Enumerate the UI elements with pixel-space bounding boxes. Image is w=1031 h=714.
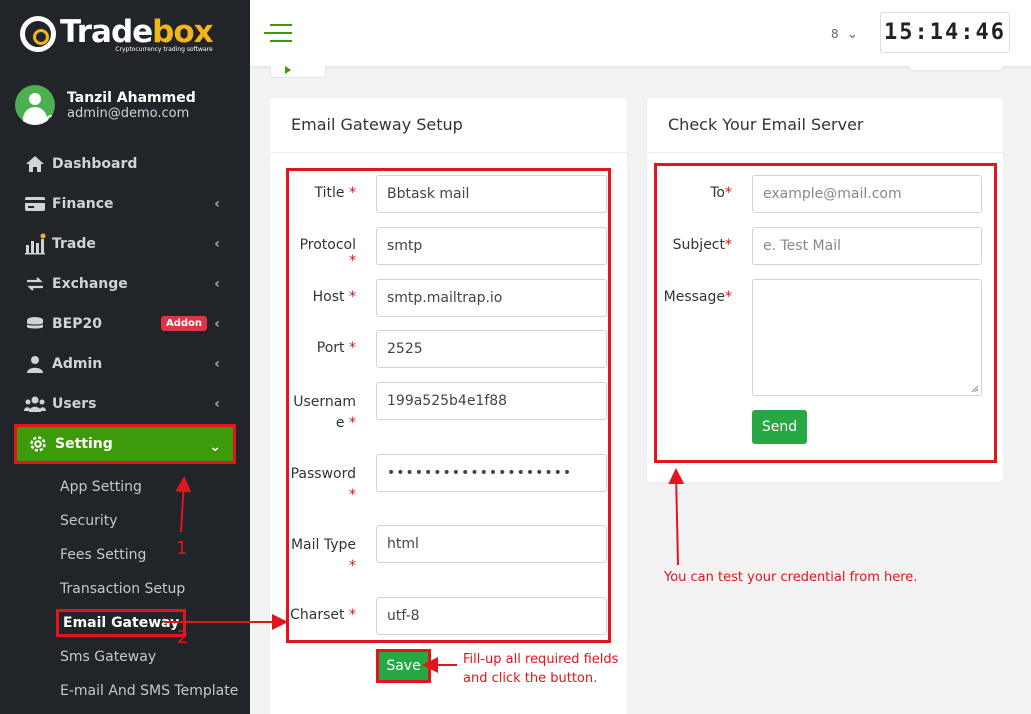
submenu-item-app-setting[interactable]: App Setting: [0, 470, 250, 504]
submenu-item-label: E-mail And SMS Template: [60, 683, 239, 699]
to-input[interactable]: example@mail.com: [752, 175, 982, 213]
sidebar-item-label: Setting: [55, 436, 113, 452]
save-button[interactable]: Save: [376, 649, 431, 683]
sidebar-item-label: Dashboard: [52, 156, 138, 172]
sidebar-item-users[interactable]: Users ‹: [0, 384, 250, 424]
charset-label: Charset *: [290, 607, 356, 623]
avatar: [15, 85, 55, 125]
user-email: admin@demo.com: [67, 105, 190, 121]
menu-toggle-icon[interactable]: [264, 24, 292, 42]
clock-display: 15:14:46: [880, 12, 1010, 53]
sidebar-item-label: Admin: [52, 356, 103, 372]
port-label: Port *: [316, 340, 356, 356]
arrow-to-test-form: [668, 468, 685, 566]
resize-handle-icon[interactable]: [971, 385, 979, 393]
save-hint: Fill-up all required fields and click th…: [463, 652, 619, 686]
brand-logo[interactable]: Tradebox Cryptocurrency trading software: [20, 12, 214, 56]
sidebar-nav: Dashboard Finance ‹ Trade ‹ Exchange ‹ B…: [0, 144, 250, 464]
port-input[interactable]: 2525: [376, 330, 607, 368]
password-input[interactable]: ••••••••••••••••••••: [376, 454, 607, 492]
submenu-item-security[interactable]: Security: [0, 504, 250, 538]
sidebar-item-exchange[interactable]: Exchange ‹: [0, 264, 250, 304]
chevron-left-icon: ‹: [214, 356, 220, 372]
brand-tagline: Cryptocurrency trading software: [115, 45, 213, 53]
chevron-left-icon: ‹: [214, 276, 220, 292]
step-1-label: 1: [176, 538, 188, 559]
chevron-left-icon: ‹: [214, 196, 220, 212]
subject-input[interactable]: e. Test Mail: [752, 227, 982, 265]
coins-icon: [24, 314, 46, 334]
submenu-item-email-sms-template[interactable]: E-mail And SMS Template: [0, 674, 250, 708]
host-label: Host *: [312, 289, 356, 305]
user-icon: [24, 354, 46, 374]
sidebar-item-bep20[interactable]: BEP20 Addon ‹: [0, 304, 250, 344]
user-profile[interactable]: Tanzil Ahammed admin@demo.com: [15, 85, 196, 125]
sidebar-item-label: Users: [52, 396, 97, 412]
title-label: Title *: [314, 185, 356, 201]
submenu-item-label: Sms Gateway: [60, 649, 157, 665]
chevron-down-icon: ⌄: [846, 26, 859, 42]
language-select-value: 8: [831, 27, 839, 41]
online-status-icon: [46, 115, 55, 125]
sidebar-item-admin[interactable]: Admin ‹: [0, 344, 250, 384]
sidebar-item-finance[interactable]: Finance ‹: [0, 184, 250, 224]
sidebar-item-trade[interactable]: Trade ‹: [0, 224, 250, 264]
sidebar-item-label: BEP20: [52, 316, 102, 332]
brand-name-part1: Trade: [60, 13, 153, 50]
sidebar-item-dashboard[interactable]: Dashboard: [0, 144, 250, 184]
card-title: Email Gateway Setup: [270, 98, 627, 153]
topbar: 8 ⌄ 15:14:46: [250, 0, 1031, 66]
sidebar-item-setting[interactable]: Setting ⌄: [14, 424, 236, 464]
toolbar-button-right[interactable]: [909, 66, 1003, 71]
message-label: Message*: [663, 289, 732, 305]
user-name: Tanzil Ahammed: [67, 89, 196, 106]
addon-badge: Addon: [161, 316, 208, 331]
card-title: Check Your Email Server: [647, 98, 1003, 153]
submenu-item-transaction-setup[interactable]: Transaction Setup: [0, 572, 250, 606]
title-input[interactable]: Bbtask mail: [376, 175, 607, 213]
host-input[interactable]: smtp.mailtrap.io: [376, 279, 607, 317]
chevron-left-icon: ‹: [214, 396, 220, 412]
mail-type-input[interactable]: html: [376, 525, 607, 563]
submenu-item-fees-setting[interactable]: Fees Setting: [0, 538, 250, 572]
submenu-item-label: App Setting: [60, 479, 142, 495]
logo-mark-icon: [20, 16, 56, 52]
password-label: Password *: [290, 466, 356, 503]
exchange-icon: [24, 274, 46, 294]
username-input[interactable]: 199a525b4e1f88: [376, 382, 607, 420]
chart-icon: [24, 233, 46, 255]
chevron-left-icon: ‹: [214, 316, 220, 332]
brand-name-part2: box: [152, 13, 213, 50]
protocol-input[interactable]: smtp: [376, 227, 607, 265]
step-2-label: 2: [177, 627, 189, 648]
message-textarea[interactable]: [752, 279, 982, 396]
submenu-item-label: Fees Setting: [60, 547, 147, 563]
test-hint: You can test your credential from here.: [664, 570, 918, 585]
users-icon: [24, 394, 46, 414]
submenu-item-label: Security: [60, 513, 118, 529]
mail-type-label: Mail Type *: [290, 537, 356, 574]
gear-icon: [27, 434, 49, 454]
protocol-label: Protocol *: [299, 237, 356, 269]
setting-submenu: App Setting Security Fees Setting Transa…: [0, 470, 250, 708]
subject-label: Subject*: [672, 237, 732, 253]
sidebar-item-label: Exchange: [52, 276, 128, 292]
to-label: To*: [710, 185, 732, 201]
submenu-item-email-gateway[interactable]: Email Gateway: [0, 606, 250, 640]
toolbar-button-left[interactable]: [270, 66, 326, 78]
username-label: Usernam e *: [293, 394, 356, 431]
sidebar: Tradebox Cryptocurrency trading software…: [0, 0, 250, 714]
chevron-left-icon: ‹: [214, 236, 220, 252]
submenu-item-sms-gateway[interactable]: Sms Gateway: [0, 640, 250, 674]
sidebar-item-label: Trade: [52, 236, 96, 252]
language-select[interactable]: 8 ⌄: [831, 26, 858, 42]
chevron-down-icon: ⌄: [209, 439, 221, 455]
submenu-item-label: Email Gateway: [56, 609, 187, 637]
charset-input[interactable]: utf-8: [376, 597, 607, 635]
send-button[interactable]: Send: [752, 410, 807, 444]
sidebar-item-label: Finance: [52, 196, 114, 212]
credit-card-icon: [24, 194, 46, 214]
home-icon: [24, 154, 46, 174]
submenu-item-label: Transaction Setup: [60, 581, 186, 597]
